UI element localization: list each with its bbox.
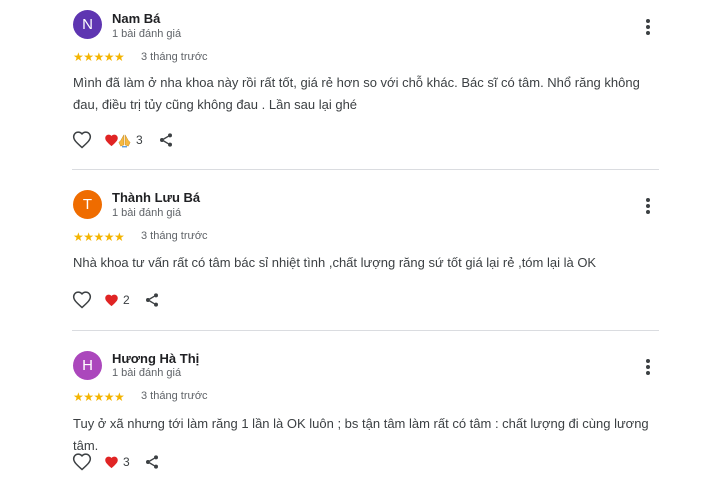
avatar-initial: N: [82, 16, 93, 33]
more-vert-icon[interactable]: [638, 357, 658, 377]
reviews-list: N Nam Bá 1 bài đánh giá ★★★★★ 3 tháng tr…: [0, 0, 701, 487]
avatar-initial: T: [82, 196, 93, 213]
avatar-initial: H: [82, 357, 93, 374]
review-text: Mình đã làm ở nha khoa này rồi rất tốt, …: [73, 75, 640, 112]
review-time: 3 tháng trước: [141, 390, 208, 402]
reviewer-name[interactable]: Nam Bá: [112, 11, 160, 26]
thumb-up-outline-icon[interactable]: [72, 290, 92, 310]
reactions[interactable]: 2: [104, 291, 130, 309]
praying-hands-icon: [118, 133, 131, 147]
reviewer-review-count: 1 bài đánh giá: [112, 207, 182, 219]
reaction-count: 3: [136, 133, 143, 147]
share-icon[interactable]: [144, 292, 160, 308]
review-time: 3 tháng trước: [141, 230, 208, 242]
more-vert-icon[interactable]: [638, 17, 658, 37]
review-text: Nhà khoa tư vấn rất có tâm bác sỉ nhiệt …: [73, 255, 597, 270]
reaction-count: 3: [123, 455, 130, 469]
share-icon[interactable]: [144, 454, 160, 470]
avatar[interactable]: N: [73, 10, 102, 39]
divider: [72, 330, 659, 331]
reviewer-review-count: 1 bài đánh giá: [112, 28, 182, 40]
star-rating: ★★★★★: [73, 50, 125, 64]
review-text: Tuy ở xã nhưng tới làm răng 1 lần là OK …: [73, 416, 649, 453]
thumb-up-outline-icon[interactable]: [72, 452, 92, 472]
reactions[interactable]: 3: [104, 131, 143, 149]
divider: [72, 169, 659, 170]
review-time: 3 tháng trước: [141, 51, 208, 63]
star-rating: ★★★★★: [73, 390, 125, 404]
reviewer-name[interactable]: Thành Lưu Bá: [112, 190, 200, 205]
star-rating: ★★★★★: [73, 230, 125, 244]
reviewer-name[interactable]: Hương Hà Thị: [112, 351, 199, 366]
heart-icon: [105, 294, 118, 306]
thumb-up-outline-icon[interactable]: [72, 130, 92, 150]
more-vert-icon[interactable]: [638, 196, 658, 216]
share-icon[interactable]: [158, 132, 174, 148]
reactions[interactable]: 3: [104, 453, 130, 471]
reviewer-review-count: 1 bài đánh giá: [112, 367, 182, 379]
avatar[interactable]: H: [73, 351, 102, 380]
reaction-count: 2: [123, 293, 130, 307]
avatar[interactable]: T: [73, 190, 102, 219]
heart-icon: [105, 456, 118, 468]
